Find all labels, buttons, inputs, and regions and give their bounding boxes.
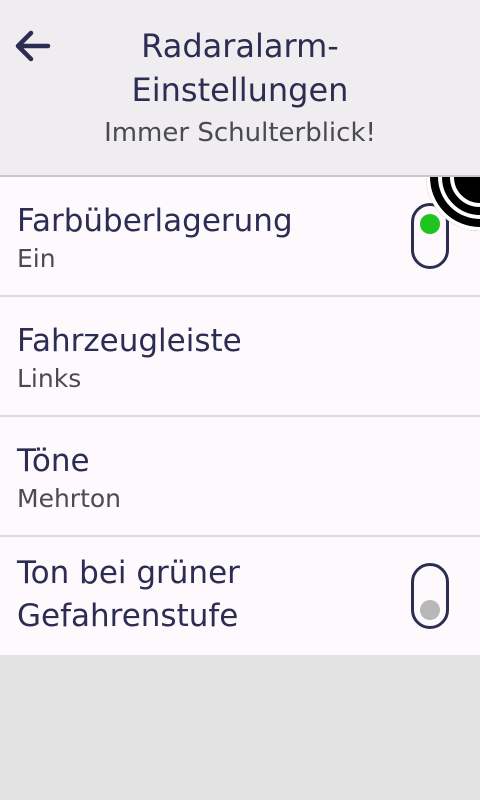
setting-tones[interactable]: Töne Mehrton (0, 417, 480, 537)
setting-vehicle-bar[interactable]: Fahrzeugleiste Links (0, 297, 480, 417)
setting-value: Mehrton (17, 484, 122, 513)
arrow-left-icon (15, 30, 51, 62)
toggle-knob-off (420, 600, 440, 620)
setting-title: Ton bei grüner Gefahrenstufe (17, 555, 240, 634)
setting-title: Fahrzeugleiste (17, 323, 242, 359)
setting-title: Töne (17, 443, 90, 479)
green-threat-tone-toggle[interactable] (411, 563, 449, 629)
setting-color-overlay[interactable]: Farbüberlagerung Ein (0, 177, 480, 297)
setting-value: Links (17, 364, 82, 393)
setting-value: Ein (17, 244, 56, 273)
header: Radaralarm-Einstellungen Immer Schulterb… (0, 0, 480, 177)
back-button[interactable] (12, 26, 52, 66)
radar-status-indicator (424, 177, 480, 233)
page-title: Radaralarm-Einstellungen (131, 27, 349, 109)
page-subtitle: Immer Schulterblick! (104, 118, 376, 148)
setting-title: Farbüberlagerung (17, 203, 293, 239)
setting-green-threat-tone[interactable]: Ton bei grüner Gefahrenstufe (0, 537, 480, 655)
radar-signal-icon (426, 177, 480, 231)
settings-list: Farbüberlagerung Ein Fahrzeugleiste Link… (0, 177, 480, 655)
